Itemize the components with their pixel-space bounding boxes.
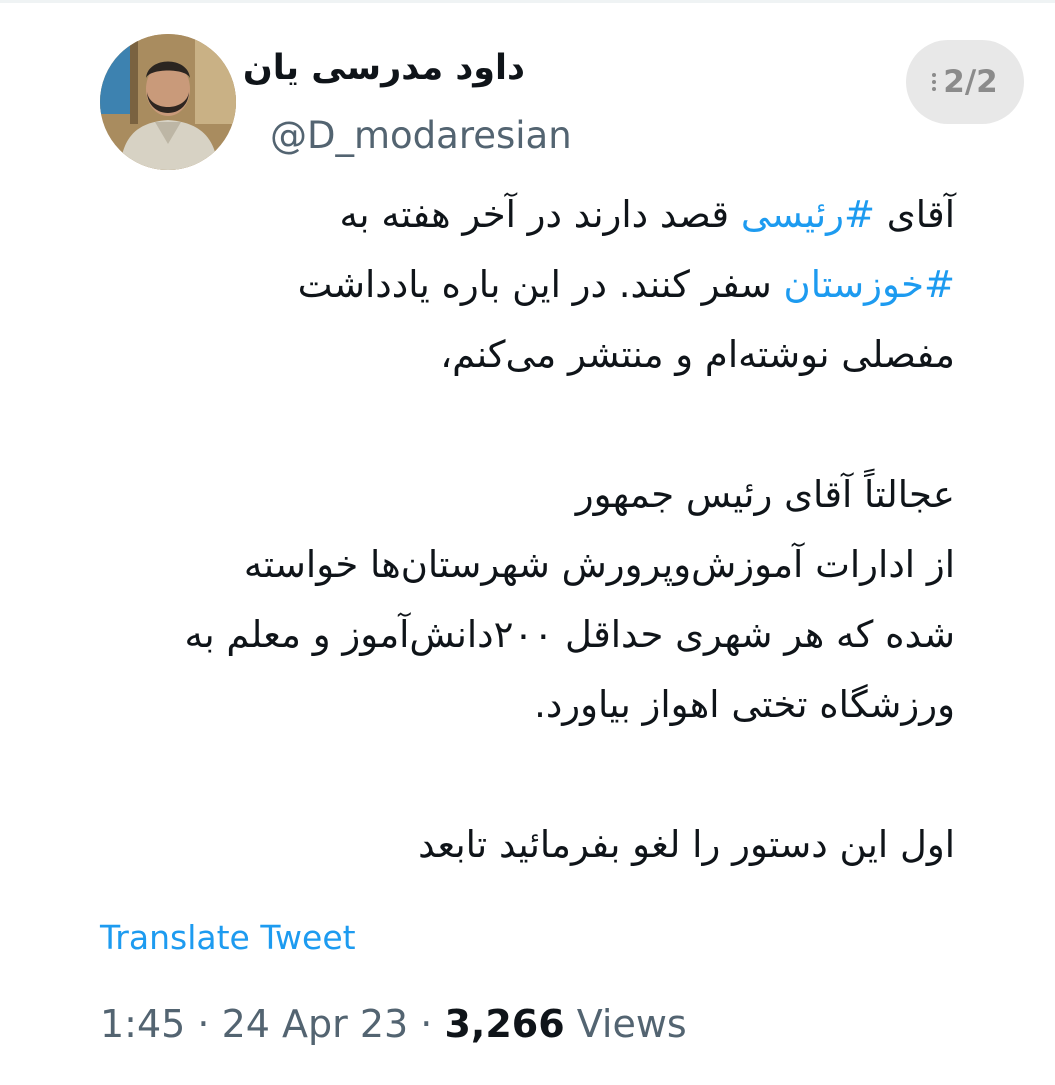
tweet-date[interactable]: 24 Apr 23 [222,1002,409,1046]
meta-separator: · [408,1002,445,1046]
tweet-text: آقای #رئیسی قصد دارند در آخر هفته به #خو… [95,180,955,880]
drag-dots-icon [932,70,937,94]
hashtag-link[interactable]: #خوزستان [784,263,955,306]
tweet-line: #خوزستان سفر کنند. در این باره یادداشت [95,250,955,320]
tweet-line: عجالتاً آقای رئیس جمهور [575,473,955,516]
tweet-line: شده که هر شهری حداقل ۲۰۰دانش‌آموز و معلم… [184,613,955,656]
tweet-line: ورزشگاه تختی اهواز بیاورد. [534,683,955,726]
author-handle[interactable]: @D_modaresian [270,114,572,157]
tweet-text-segment: آقای [875,193,955,236]
thread-counter-badge[interactable]: 2/2 [906,40,1024,124]
top-divider [0,0,1055,3]
avatar-photo [100,34,236,170]
tweet-line: اول این دستور را لغو بفرمائید تابعد [418,823,955,866]
tweet-time[interactable]: 1:45 [100,1002,185,1046]
tweet-text-segment: قصد دارند در آخر هفته به [339,193,741,236]
tweet-text-segment: سفر کنند. در این باره یادداشت [297,263,784,306]
tweet-line: مفصلی نوشته‌ام و منتشر می‌کنم، [440,333,955,376]
meta-separator: · [185,1002,222,1046]
tweet-meta: 1:45 · 24 Apr 23 · 3,266 Views [100,1002,687,1046]
hashtag-link[interactable]: #رئیسی [741,193,875,236]
views-label: Views [564,1002,687,1046]
translate-tweet-link[interactable]: Translate Tweet [100,918,356,957]
tweet-line: از ادارات آموزش‌وپرورش شهرستان‌ها خواسته [243,543,955,586]
thread-counter-label: 2/2 [943,64,998,100]
tweet-line: آقای #رئیسی قصد دارند در آخر هفته به [95,180,955,250]
views-count[interactable]: 3,266 [444,1002,564,1046]
avatar[interactable] [100,34,236,170]
author-display-name[interactable]: داود مدرسی یان [243,48,525,88]
